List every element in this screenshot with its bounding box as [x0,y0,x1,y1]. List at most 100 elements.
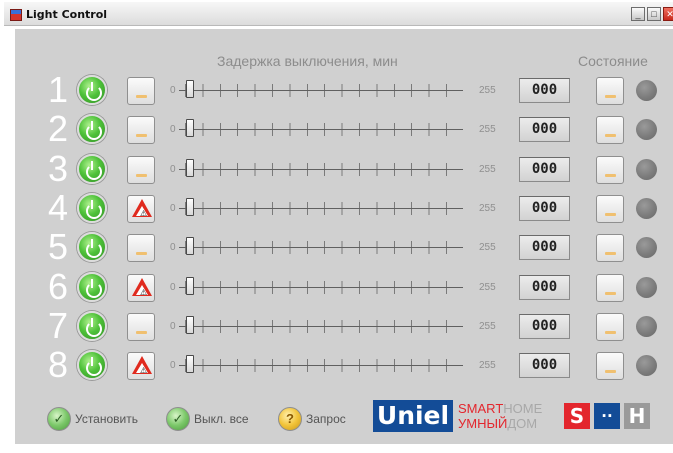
slider-track[interactable] [179,247,463,249]
close-button[interactable]: ✕ [663,7,673,21]
mode-bar-icon [136,252,147,256]
title-bar[interactable]: Light Control _ □ ✕ [4,2,673,26]
delay-value-display: 000 [519,235,570,261]
home-text: HOME [503,401,543,416]
delay-value-display: 000 [519,274,570,300]
control-panel: Задержка выключения, мин Состояние 1 0 255… [15,29,673,444]
power-button[interactable] [77,350,107,381]
check-icon: ✓ [47,407,71,431]
slider-track[interactable] [179,365,463,367]
state-button[interactable] [596,273,624,302]
power-button[interactable] [77,75,107,105]
slider-thumb[interactable] [186,355,194,374]
slider-max-label: 255 [479,320,496,332]
mode-button[interactable]: ⚠ [127,273,155,302]
slider-track[interactable] [179,90,463,91]
state-button[interactable] [596,194,624,223]
status-indicator-icon [636,276,657,298]
slider-track[interactable] [179,168,463,170]
state-button[interactable] [596,77,624,105]
mode-button[interactable] [127,234,155,263]
all-off-button-label: Выкл. все [194,412,249,426]
status-indicator-icon [636,355,657,377]
mode-button[interactable] [127,116,155,145]
mode-button[interactable]: ⚠ [127,194,155,223]
window-title: Light Control [26,8,108,21]
channel-number: 2 [47,108,69,150]
dom-text: ДОМ [507,416,538,431]
slider-min-label: 0 [170,85,176,96]
slider-thumb[interactable] [186,158,194,177]
umny-text: УМНЫЙ [458,416,508,431]
power-button[interactable] [77,271,107,302]
channel-number: 8 [47,344,69,386]
uniel-logo: Uniel [373,400,453,432]
mode-bar-icon [605,370,616,374]
state-button[interactable] [596,234,624,263]
power-button[interactable] [77,153,107,184]
maximize-button[interactable]: □ [647,7,661,21]
slider-max-label: 255 [479,85,496,96]
power-button[interactable] [77,114,107,145]
slider-min-label: 0 [170,281,176,293]
delay-header: Задержка выключения, мин [217,53,398,69]
smart-home-logo: SMARTHOME УМНЫЙДОМ [458,401,542,431]
channel-number: 4 [47,186,69,228]
slider-thumb[interactable] [186,315,194,334]
mode-button[interactable] [127,312,155,341]
mode-bar-icon [605,134,616,138]
slider-track[interactable] [179,129,463,131]
mode-bar-icon [605,212,616,216]
status-indicator-icon [636,197,657,219]
mode-bar-icon [605,252,616,256]
status-indicator-icon [636,237,657,259]
status-indicator-icon [636,158,657,180]
slider-max-label: 255 [479,163,496,175]
state-button[interactable] [596,352,624,381]
slider-max-label: 255 [479,242,496,254]
mode-button[interactable]: ⚠ [127,352,155,381]
slider-min-label: 0 [170,360,176,372]
mode-button[interactable] [127,155,155,184]
slider-max-label: 255 [479,124,496,136]
status-indicator-icon [636,315,657,337]
question-icon: ? [278,407,302,431]
slider-track[interactable] [179,286,463,288]
state-header: Состояние [578,53,648,69]
mode-bar-icon [136,134,147,138]
mode-bar-icon [605,330,616,334]
slider-max-label: 255 [479,202,496,214]
slider-thumb[interactable] [186,237,194,256]
slider-thumb[interactable] [186,119,194,138]
power-button[interactable] [77,232,107,263]
slider-max-label: 255 [479,281,496,293]
channel-row: 6 ⚠ 0 255 000 [15,265,673,307]
delay-value-display: 000 [519,117,570,143]
slider-track[interactable] [179,325,463,327]
channel-number: 5 [47,226,69,268]
mode-bar-icon [605,173,616,177]
slider-thumb[interactable] [186,80,194,98]
status-indicator-icon [636,119,657,141]
s-logo: S [564,403,590,429]
dots-logo: ·· [594,403,620,429]
mode-bar-icon [136,173,147,177]
mode-button[interactable] [127,77,155,105]
channel-number: 7 [47,304,69,346]
power-button[interactable] [77,192,107,223]
slider-track[interactable] [179,207,463,209]
status-indicator-icon [636,80,657,101]
smart-text: SMART [458,401,504,416]
power-button[interactable] [77,310,107,341]
mode-bar-icon [605,95,616,98]
minimize-button[interactable]: _ [631,7,645,21]
channel-number: 6 [47,265,69,307]
request-button-label: Запрос [306,412,346,426]
slider-thumb[interactable] [186,197,194,216]
state-button[interactable] [596,155,624,184]
channel-number: 3 [47,147,69,189]
state-button[interactable] [596,116,624,145]
state-button[interactable] [596,312,624,341]
slider-thumb[interactable] [186,276,194,295]
slider-min-label: 0 [170,163,176,175]
